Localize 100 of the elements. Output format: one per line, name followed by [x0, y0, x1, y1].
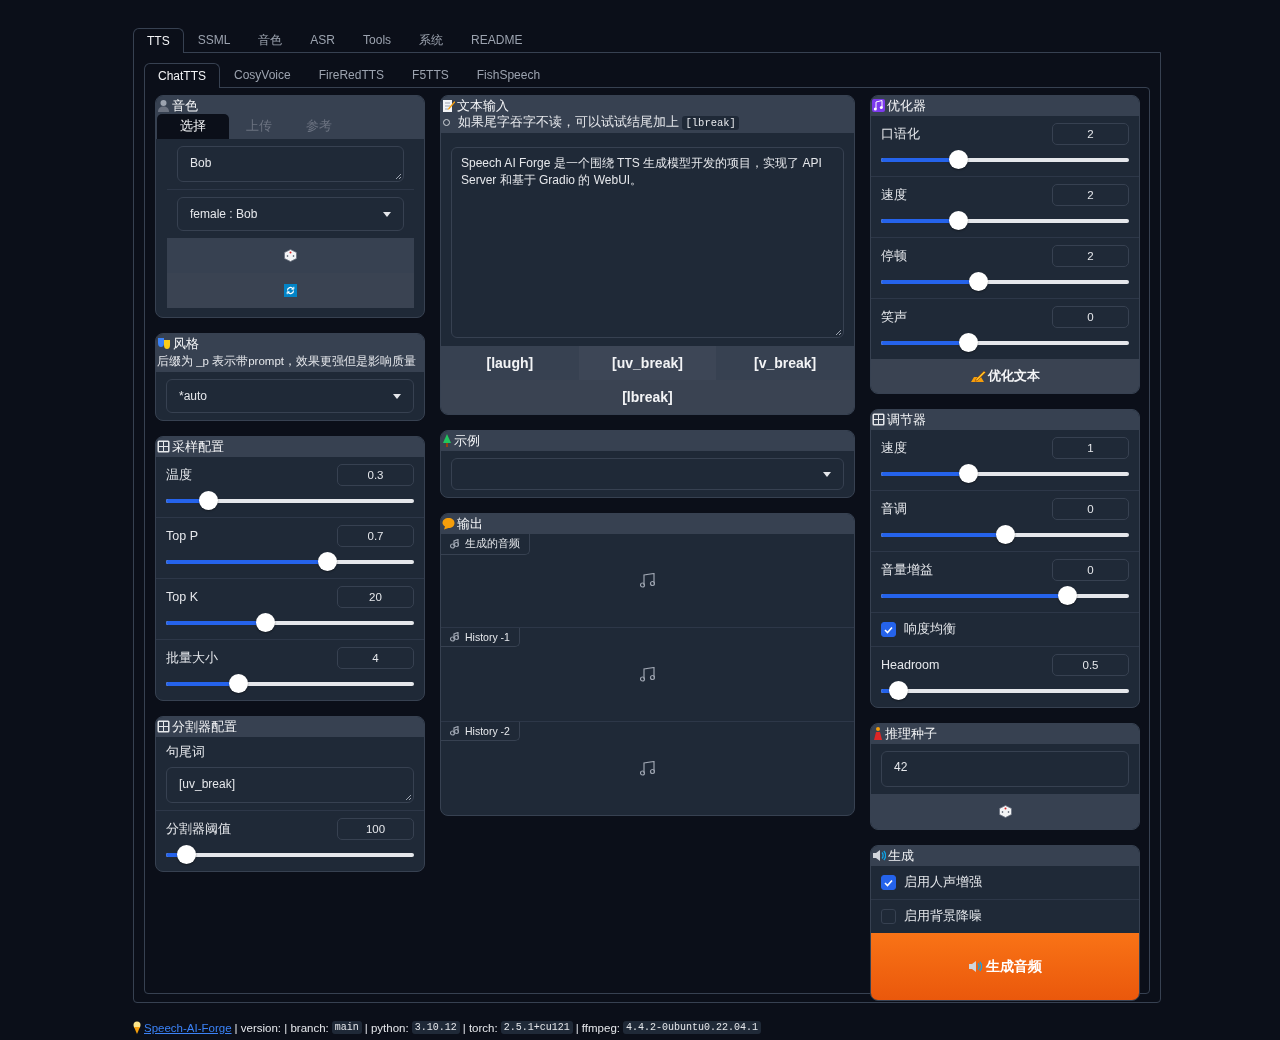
number-field[interactable]: 1 — [1052, 437, 1129, 459]
label-text: History -1 — [465, 631, 510, 643]
label-text: History -2 — [465, 725, 510, 737]
slider[interactable] — [881, 586, 1129, 605]
tag-button[interactable]: [uv_break] — [578, 346, 717, 380]
slider-label: 口语化 — [881, 125, 920, 143]
text-field[interactable]: [uv_break] — [166, 767, 414, 803]
tab[interactable]: FireRedTTS — [304, 62, 399, 87]
text-field[interactable]: Bob — [177, 146, 404, 182]
slider[interactable] — [166, 674, 414, 693]
dropdown[interactable]: female : Bob — [177, 197, 404, 231]
tab[interactable]: ASR — [296, 27, 350, 52]
number-field[interactable]: 0.3 — [337, 464, 414, 486]
field-label: 句尾词 — [166, 744, 206, 761]
tab[interactable]: 音色 — [244, 27, 297, 52]
slider[interactable] — [881, 681, 1129, 700]
slider-thumb[interactable] — [958, 333, 978, 352]
slider-thumb[interactable] — [318, 552, 338, 571]
slider-thumb[interactable] — [199, 491, 219, 510]
tab[interactable]: ChatTTS — [144, 63, 220, 88]
panel-title: 示例 — [454, 432, 480, 449]
slider-thumb[interactable] — [228, 674, 248, 693]
panel-title: 文本输入 — [457, 97, 509, 114]
number-field[interactable]: 2 — [1052, 184, 1129, 206]
slider-thumb[interactable] — [968, 272, 988, 291]
slider-thumb[interactable] — [176, 845, 196, 864]
dice-icon[interactable] — [284, 249, 297, 262]
dice-icon[interactable] — [998, 805, 1012, 818]
version-code: 3.10.12 — [411, 1021, 460, 1034]
slider[interactable] — [166, 491, 414, 510]
tab[interactable]: SSML — [183, 27, 245, 52]
number-field[interactable]: 0.7 — [337, 525, 414, 547]
checkbox-label: 启用人声增强 — [904, 874, 982, 891]
tag-button[interactable]: [v_break] — [716, 346, 854, 380]
number-field[interactable]: 42 — [881, 751, 1129, 787]
panel-title: 采样配置 — [172, 438, 224, 455]
check-icon — [884, 625, 893, 634]
music-note-icon — [450, 632, 459, 642]
figure-icon — [872, 727, 883, 740]
slider-thumb[interactable] — [889, 681, 909, 700]
slider[interactable] — [881, 464, 1129, 483]
caret-icon — [383, 211, 391, 217]
panel-title: 调节器 — [887, 411, 926, 428]
tag-button[interactable]: [laugh] — [441, 346, 579, 380]
number-field[interactable]: 0 — [1052, 306, 1129, 328]
number-field[interactable]: 0.5 — [1052, 654, 1129, 676]
tab[interactable]: TTS — [133, 28, 184, 53]
slider-thumb[interactable] — [256, 613, 276, 632]
caret-icon — [393, 393, 401, 399]
number-field[interactable]: 20 — [337, 586, 414, 608]
panel-title: 输出 — [457, 515, 483, 532]
slider[interactable] — [881, 211, 1129, 230]
tab[interactable]: F5TTS — [398, 62, 463, 87]
text-area[interactable]: Speech AI Forge 是一个围绕 TTS 生成模型开发的项目，实现了 API Server 和基于 Gradio 的 WebUI。 — [451, 147, 844, 338]
slider[interactable] — [166, 845, 414, 864]
slider-thumb[interactable] — [958, 464, 978, 483]
number-field[interactable]: 0 — [1052, 498, 1129, 520]
tab[interactable]: 选择 — [157, 114, 229, 139]
slider[interactable] — [881, 150, 1129, 169]
tab[interactable]: 系统 — [405, 27, 458, 52]
dropdown[interactable]: *auto — [166, 379, 414, 413]
slider-label: Headroom — [881, 658, 940, 672]
number-field[interactable]: 2 — [1052, 123, 1129, 145]
slider[interactable] — [881, 272, 1129, 291]
panel-title: 分割器配置 — [172, 718, 237, 735]
checkbox[interactable] — [881, 909, 896, 924]
tab[interactable]: FishSpeech — [462, 62, 555, 87]
tab[interactable]: README — [457, 27, 537, 52]
slider[interactable] — [166, 613, 414, 632]
footer-text: | torch: — [462, 1021, 498, 1034]
number-field[interactable]: 2 — [1052, 245, 1129, 267]
number-field[interactable]: 4 — [337, 647, 414, 669]
panel-title: 生成 — [888, 847, 914, 864]
checkbox[interactable] — [881, 622, 896, 637]
slider-label: 温度 — [166, 466, 192, 484]
repo-link[interactable]: Speech-AI-Forge — [144, 1021, 232, 1034]
slider-label: 批量大小 — [166, 649, 218, 667]
tag-button[interactable]: [lbreak] — [441, 380, 854, 414]
tab[interactable]: Tools — [349, 27, 406, 52]
optimize-button[interactable]: 优化文本 — [871, 359, 1139, 393]
checkbox[interactable] — [881, 875, 896, 890]
ice-cream-icon — [133, 1021, 141, 1034]
footer-text: | version: | branch: — [234, 1021, 329, 1034]
number-field[interactable]: 0 — [1052, 559, 1129, 581]
slider-label: 笑声 — [881, 308, 907, 326]
slider[interactable] — [881, 525, 1129, 544]
slider[interactable] — [166, 552, 414, 571]
slider-thumb[interactable] — [996, 525, 1015, 544]
slider-thumb[interactable] — [948, 211, 968, 230]
hint-text: 如果尾字吞字不读，可以试试结尾加上 [lbreak] — [458, 114, 739, 131]
panel-title: 推理种子 — [885, 725, 937, 742]
number-field[interactable]: 100 — [337, 818, 414, 840]
slider[interactable] — [881, 333, 1129, 352]
slider-thumb[interactable] — [948, 150, 968, 169]
tab[interactable]: CosyVoice — [220, 62, 305, 87]
checkbox-label: 响度均衡 — [904, 621, 956, 638]
slider-thumb[interactable] — [1058, 586, 1077, 605]
slider-label: 分割器阈值 — [166, 820, 231, 838]
panel-title: 风格 — [173, 335, 199, 352]
resize-grip-icon — [405, 794, 411, 800]
